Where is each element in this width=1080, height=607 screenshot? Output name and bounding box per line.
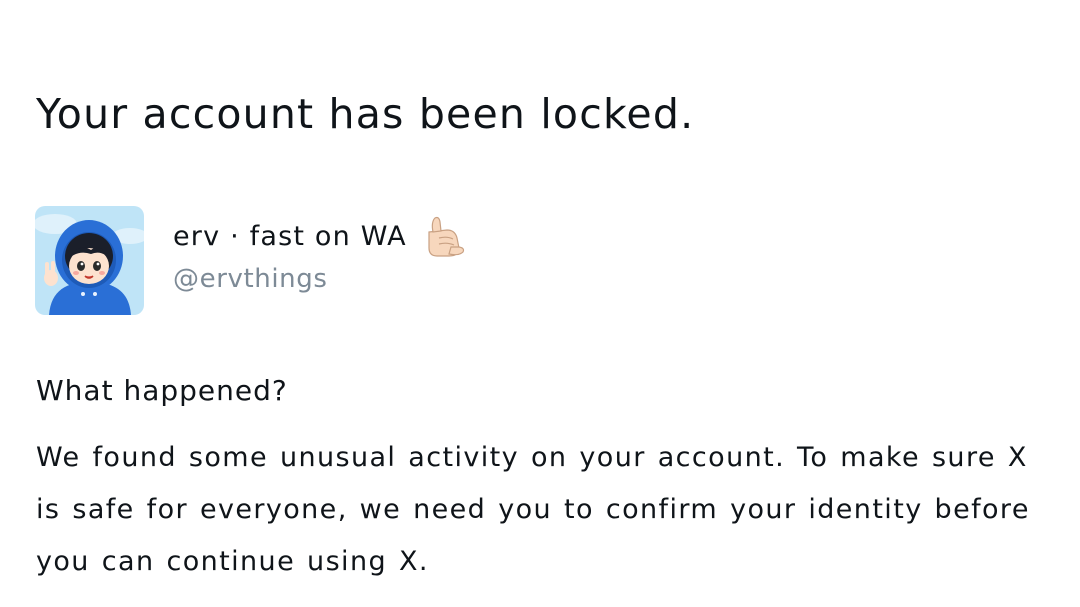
avatar-icon xyxy=(35,206,144,315)
what-happened-heading: What happened? xyxy=(36,374,288,407)
user-display-name[interactable]: erv · fast on WA xyxy=(173,214,465,260)
user-display-name-text: erv · fast on WA xyxy=(173,221,407,252)
user-info: erv · fast on WA @ervthings xyxy=(173,214,465,294)
locked-account-page: Your account has been locked. erv · fast… xyxy=(0,0,1080,607)
user-handle[interactable]: @ervthings xyxy=(173,264,465,294)
page-title: Your account has been locked. xyxy=(36,90,695,138)
avatar xyxy=(35,206,144,315)
user-card: erv · fast on WA @ervthings xyxy=(35,206,465,315)
call-me-hand-icon xyxy=(421,214,465,260)
lock-explanation-text: We found some unusual activity on your a… xyxy=(36,442,1030,577)
